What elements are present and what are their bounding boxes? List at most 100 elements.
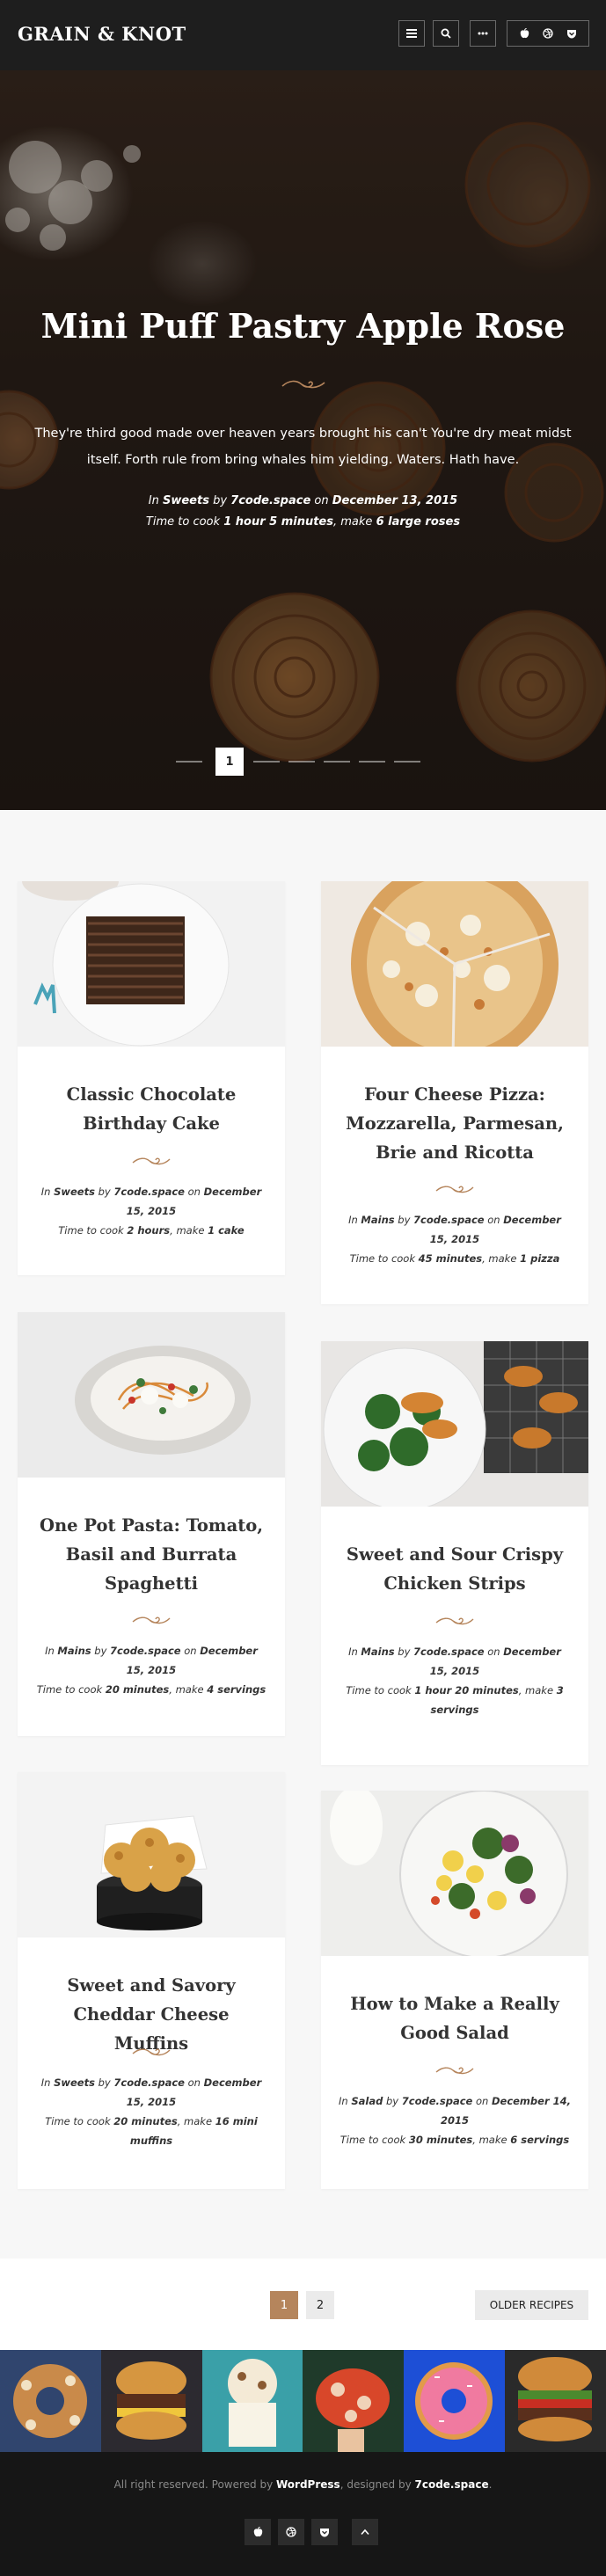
- hero-meta: In Sweets by 7code.space on December 13,…: [0, 491, 606, 533]
- slider-dot[interactable]: [359, 761, 385, 763]
- recipe-author-link[interactable]: 7code.space: [402, 2095, 473, 2107]
- footer-pocket-button[interactable]: [311, 2519, 338, 2545]
- back-to-top-button[interactable]: [352, 2519, 378, 2545]
- gallery-image[interactable]: [303, 2350, 405, 2452]
- recipe-card[interactable]: Sweet and Savory Cheddar Cheese Muffins …: [18, 1772, 285, 2189]
- meta-cook-label: Time to cook: [45, 2115, 111, 2127]
- slider-dot[interactable]: [288, 761, 315, 763]
- recipe-category-link[interactable]: Sweets: [54, 2076, 95, 2089]
- recipe-author-link[interactable]: 7code.space: [413, 1646, 485, 1658]
- recipe-cook-time: 1 hour 20 minutes: [414, 1684, 519, 1697]
- copyright-prefix: All right reserved. Powered by: [113, 2478, 276, 2491]
- wordpress-link[interactable]: WordPress: [276, 2478, 340, 2491]
- meta-make-label: , make: [482, 1252, 517, 1265]
- recipe-title[interactable]: One Pot Pasta: Tomato, Basil and Burrata…: [35, 1511, 267, 1598]
- footer-apple-button[interactable]: [245, 2519, 271, 2545]
- slider-dot-active[interactable]: 1: [215, 748, 244, 776]
- meta-make-label: , make: [472, 2134, 507, 2146]
- copyright-middle: , designed by: [340, 2478, 415, 2491]
- meta-make-label: , make: [177, 2115, 213, 2127]
- footer-dribbble-button[interactable]: [278, 2519, 304, 2545]
- recipe-image[interactable]: [321, 1791, 588, 1956]
- recipe-category-link[interactable]: Mains: [361, 1646, 394, 1658]
- slider-pagination: 1: [176, 748, 430, 776]
- recipe-card[interactable]: One Pot Pasta: Tomato, Basil and Burrata…: [18, 1312, 285, 1736]
- recipe-cook-time: 20 minutes: [105, 1683, 170, 1696]
- social-links: [507, 20, 589, 47]
- recipe-meta: In Mains by 7code.space on December 15, …: [35, 1641, 267, 1699]
- arrow-up-icon: [361, 2529, 369, 2536]
- recipe-yield: 1 pizza: [520, 1252, 560, 1265]
- recipe-title[interactable]: Sweet and Savory Cheddar Cheese Muffins: [35, 1971, 267, 2058]
- recipe-category-link[interactable]: Salad: [351, 2095, 383, 2107]
- page-2-button[interactable]: 2: [306, 2291, 334, 2319]
- recipe-image[interactable]: [18, 1312, 285, 1478]
- menu-button[interactable]: [398, 20, 425, 47]
- meta-by-label: by: [94, 1645, 107, 1657]
- swirl-divider-icon: [281, 380, 325, 389]
- hero-cook-time: 1 hour 5 minutes: [223, 515, 333, 529]
- recipe-card[interactable]: Classic Chocolate Birthday Cake In Sweet…: [18, 881, 285, 1275]
- recipe-author-link[interactable]: 7code.space: [113, 1186, 185, 1198]
- meta-in-label: In: [148, 494, 159, 507]
- slider-dot[interactable]: [324, 761, 350, 763]
- slider-dot[interactable]: [176, 761, 202, 763]
- recipe-title[interactable]: Sweet and Sour Crispy Chicken Strips: [339, 1540, 571, 1598]
- recipe-cook-time: 30 minutes: [408, 2134, 473, 2146]
- pocket-icon[interactable]: [566, 29, 577, 39]
- dribbble-icon[interactable]: [542, 28, 553, 39]
- recipe-category-link[interactable]: Sweets: [54, 1186, 95, 1198]
- search-icon: [441, 28, 451, 39]
- older-recipes-button[interactable]: OLDER RECIPES: [475, 2290, 588, 2320]
- hero-title[interactable]: Mini Puff Pastry Apple Rose: [0, 306, 606, 346]
- meta-by-label: by: [398, 1646, 411, 1658]
- recipe-author-link[interactable]: 7code.space: [113, 2076, 185, 2089]
- gallery-image[interactable]: [404, 2350, 505, 2452]
- pocket-icon: [319, 2528, 330, 2537]
- recipe-yield: 1 cake: [208, 1224, 245, 1237]
- meta-make-label: , make: [333, 515, 373, 529]
- recipe-category-link[interactable]: Mains: [361, 1214, 394, 1226]
- recipe-image[interactable]: [321, 881, 588, 1047]
- hero-category-link[interactable]: Sweets: [163, 494, 209, 507]
- recipe-meta: In Sweets by 7code.space on December 15,…: [35, 1182, 267, 1240]
- recipe-author-link[interactable]: 7code.space: [110, 1645, 181, 1657]
- recipe-image[interactable]: [18, 1772, 285, 1937]
- apple-icon[interactable]: [520, 28, 529, 39]
- gallery-image[interactable]: [100, 2350, 202, 2452]
- site-logo[interactable]: GRAIN & KNOT: [18, 23, 186, 45]
- meta-make-label: , make: [518, 1684, 554, 1697]
- recipe-title[interactable]: How to Make a Really Good Salad: [339, 1989, 571, 2047]
- swirl-divider-icon: [132, 1157, 171, 1165]
- recipe-card[interactable]: Sweet and Sour Crispy Chicken Strips In …: [321, 1341, 588, 1765]
- recipe-image[interactable]: [18, 881, 285, 1047]
- gallery-image[interactable]: [0, 2350, 101, 2452]
- page-1-button[interactable]: 1: [270, 2291, 298, 2319]
- recipe-card[interactable]: How to Make a Really Good Salad In Salad…: [321, 1791, 588, 2189]
- meta-in-label: In: [40, 1186, 51, 1198]
- more-button[interactable]: [470, 20, 496, 47]
- search-button[interactable]: [433, 20, 459, 47]
- hero-description: They're third good made over heaven year…: [34, 427, 572, 467]
- meta-in-label: In: [339, 2095, 348, 2107]
- recipe-card[interactable]: Four Cheese Pizza: Mozzarella, Parmesan,…: [321, 881, 588, 1304]
- recipe-author-link[interactable]: 7code.space: [413, 1214, 485, 1226]
- instagram-gallery: [0, 2350, 606, 2452]
- designer-link[interactable]: 7code.space: [415, 2478, 489, 2491]
- hero-slider[interactable]: Mini Puff Pastry Apple Rose They're thir…: [0, 70, 606, 810]
- recipe-cook-time: 2 hours: [127, 1224, 171, 1237]
- recipe-category-link[interactable]: Mains: [57, 1645, 91, 1657]
- meta-in-label: In: [40, 2076, 51, 2089]
- recipe-image[interactable]: [321, 1341, 588, 1507]
- swirl-divider-icon: [132, 2048, 171, 2056]
- recipe-cook-time: 45 minutes: [418, 1252, 483, 1265]
- gallery-image[interactable]: [504, 2350, 606, 2452]
- hero-author-link[interactable]: 7code.space: [230, 494, 310, 507]
- meta-cook-label: Time to cook: [346, 1684, 412, 1697]
- meta-on-label: on: [475, 2095, 489, 2107]
- recipe-title[interactable]: Classic Chocolate Birthday Cake: [35, 1080, 267, 1138]
- gallery-image[interactable]: [201, 2350, 303, 2452]
- slider-dot[interactable]: [394, 761, 420, 763]
- slider-dot[interactable]: [253, 761, 280, 763]
- recipe-title[interactable]: Four Cheese Pizza: Mozzarella, Parmesan,…: [339, 1080, 571, 1167]
